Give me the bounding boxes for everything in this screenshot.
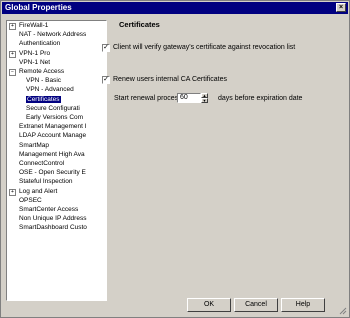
ok-button[interactable]: OK [187, 298, 231, 312]
close-icon[interactable]: × [336, 3, 346, 12]
tree-expander-icon[interactable]: − [9, 69, 16, 76]
tree-item-label: SmartCenter Access [19, 206, 79, 213]
renewal-days-input[interactable]: 60 [177, 93, 201, 103]
tree-item[interactable]: Non Unique IP Address [19, 215, 86, 223]
tree-item[interactable]: VPN - Advanced [26, 86, 74, 94]
tree-item-label: VPN - Basic [26, 77, 62, 85]
tree-item[interactable]: SmartDashboard Custo [19, 224, 87, 232]
tree-item[interactable]: Remote Access [19, 68, 64, 76]
renew-certs-checkbox[interactable]: ✓ [102, 76, 110, 84]
tree-item[interactable]: Management High Ava [19, 151, 85, 159]
tree-item-label: Stateful Inspection [19, 178, 73, 186]
title-bar: Global Properties × [2, 2, 348, 14]
tree-item-label: Early Versions Com [26, 114, 84, 121]
tree-item[interactable]: LDAP Account Manage [19, 132, 86, 140]
tree-item[interactable]: Authentication [19, 40, 60, 48]
tree-item-label: OSE - Open Security E [19, 169, 86, 177]
tree-item[interactable]: Log and Alert [19, 188, 57, 196]
tree-item[interactable]: Secure Configurati [26, 105, 80, 113]
tree-item[interactable]: VPN-1 Pro [19, 50, 50, 58]
tree-item[interactable]: Early Versions Com [26, 114, 83, 122]
tree-item-label: Certificates [26, 95, 61, 103]
renewal-suffix: days before expiration date [218, 95, 303, 102]
client-verify-checkbox[interactable]: ✓ [102, 44, 110, 52]
tree-item-label: Non Unique IP Address [19, 215, 87, 223]
tree-item-label: VPN - Advanced [26, 86, 74, 94]
tree-item-label: NAT - Network Address [19, 31, 87, 39]
tree-item[interactable]: OPSEC [19, 197, 42, 205]
resize-grip-icon[interactable] [339, 307, 347, 315]
spin-down-icon[interactable]: ▼ [201, 98, 208, 103]
tree-item-label: FireWall-1 [19, 22, 49, 29]
tree-item-label: Management High Ava [19, 150, 85, 158]
tree-item-label: SmartDashboard Custo [19, 224, 87, 232]
tree-item-label: VPN-1 Pro [19, 49, 51, 57]
tree-item[interactable]: SmartCenter Access [19, 206, 78, 214]
tree-item-label: Secure Configurati [26, 104, 80, 112]
tree-item-label: Authentication [19, 40, 61, 48]
tree-item[interactable]: ConnectControl [19, 160, 64, 168]
tree-item-label: ConnectControl [19, 160, 65, 167]
category-tree[interactable]: + FireWall-1 NAT - Network Address Authenti… [6, 20, 107, 301]
tree-item[interactable]: Certificates [26, 95, 61, 104]
tree-expander-icon[interactable]: + [9, 23, 16, 30]
tree-item-label: Remote Access [19, 68, 65, 75]
tree-item[interactable]: FireWall-1 [19, 22, 48, 30]
help-button[interactable]: Help [281, 298, 325, 312]
tree-item-label: Log and Alert [19, 187, 58, 195]
tree-item[interactable]: VPN - Basic [26, 77, 61, 85]
renewal-label: Start renewal process [114, 95, 182, 102]
section-title: Certificates [119, 20, 160, 29]
tree-item[interactable]: Stateful Inspection [19, 178, 72, 186]
renewal-days-spinner[interactable]: ▲ ▼ [201, 93, 208, 103]
tree-item[interactable]: VPN-1 Net [19, 59, 50, 67]
tree-item[interactable]: SmartMap [19, 142, 49, 150]
tree-item-label: OPSEC [19, 196, 42, 204]
tree-expander-icon[interactable]: + [9, 50, 16, 58]
cancel-button[interactable]: Cancel [234, 298, 278, 312]
tree-item[interactable]: Extranet Management I [19, 123, 87, 131]
tree-item-label: LDAP Account Manage [19, 132, 87, 140]
tree-expander-icon[interactable]: + [9, 188, 16, 196]
client-verify-label[interactable]: Client will verify gateway's certificate… [113, 44, 295, 51]
tree-item-label: VPN-1 Net [19, 58, 51, 66]
tree-item[interactable]: OSE - Open Security E [19, 169, 86, 177]
tree-item-label: Extranet Management I [19, 123, 87, 131]
global-properties-window: Global Properties × + FireWall-1 NAT - Net… [0, 0, 350, 318]
window-title: Global Properties [5, 3, 72, 12]
renew-certs-label[interactable]: Renew users internal CA Certificates [113, 76, 227, 83]
tree-item-label: SmartMap [19, 141, 49, 149]
tree-item[interactable]: NAT - Network Address [19, 31, 86, 39]
